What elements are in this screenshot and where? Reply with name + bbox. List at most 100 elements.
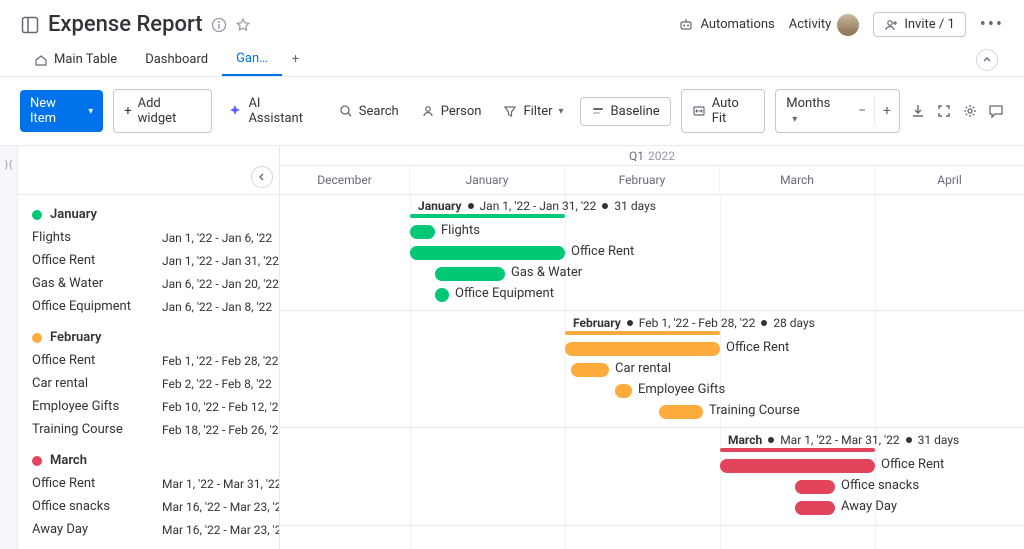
task-row[interactable]: Employee GiftsFeb 10, '22 - Feb 12, '22 <box>18 395 279 418</box>
tab-add-button[interactable]: + <box>282 44 309 75</box>
person-filter-button[interactable]: Person <box>415 100 488 123</box>
tab-label: Main Table <box>54 52 117 67</box>
task-bar-label: Office Rent <box>881 457 944 472</box>
group-color-dot <box>32 210 42 220</box>
zoom-in-button[interactable]: + <box>874 97 899 125</box>
fullscreen-icon[interactable] <box>936 103 952 119</box>
collapse-side-button[interactable] <box>251 166 273 188</box>
task-row[interactable]: Office RentJan 1, '22 - Jan 31, '22 <box>18 249 279 272</box>
month-column[interactable]: December <box>280 166 410 194</box>
group-summary-range: Mar 1, '22 - Mar 31, '22 <box>780 433 899 447</box>
new-item-button[interactable]: New Item ▾ <box>20 90 103 132</box>
group-march: March Office RentMar 1, '22 - Mar 31, '2… <box>18 441 279 541</box>
rail-handle-icon[interactable]: ⟩⟨ <box>4 158 13 171</box>
new-item-label: New Item <box>30 96 84 126</box>
task-bar-label: Office Rent <box>726 340 789 355</box>
task-bar[interactable] <box>720 459 875 473</box>
group-header[interactable]: March <box>18 447 279 472</box>
chat-icon[interactable] <box>988 103 1004 119</box>
zoom-level-select[interactable]: Months ▾ <box>776 90 850 132</box>
automations-button[interactable]: Automations <box>678 17 774 33</box>
group-bar[interactable] <box>410 214 565 218</box>
task-name: Employee Gifts <box>32 399 162 414</box>
group-header[interactable]: January <box>18 201 279 226</box>
task-row[interactable]: Office EquipmentJan 6, '22 - Jan 8, '22 <box>18 295 279 318</box>
group-summary[interactable]: February Feb 1, '22 - Feb 28, '22 28 day… <box>573 316 815 330</box>
invite-label: Invite / 1 <box>904 17 954 32</box>
activity-button[interactable]: Activity <box>789 14 860 36</box>
task-row[interactable]: Car rentalFeb 2, '22 - Feb 8, '22 <box>18 372 279 395</box>
group-header[interactable]: February <box>18 324 279 349</box>
task-row[interactable]: Training CourseFeb 18, '22 - Feb 26, '22 <box>18 418 279 441</box>
zoom-out-button[interactable]: − <box>850 97 874 125</box>
search-button[interactable]: Search <box>333 100 405 123</box>
summary-dot-icon <box>906 437 912 443</box>
task-bar-label: Office Rent <box>571 244 634 259</box>
task-dates: Feb 1, '22 - Feb 28, '22 <box>162 354 279 368</box>
ai-assistant-button[interactable]: AI Assistant <box>222 92 322 130</box>
group-color-dot <box>32 456 42 466</box>
board-icon <box>20 15 40 35</box>
task-name: Office Equipment <box>32 299 162 314</box>
task-dates: Jan 1, '22 - Jan 31, '22 <box>162 254 279 268</box>
more-options-button[interactable]: ••• <box>980 14 1004 35</box>
group-bar[interactable] <box>565 331 720 335</box>
search-label: Search <box>359 104 399 119</box>
task-row[interactable]: Gas & WaterJan 6, '22 - Jan 20, '22 <box>18 272 279 295</box>
task-row[interactable]: Office snacksMar 16, '22 - Mar 23, '22 <box>18 495 279 518</box>
task-dates: Mar 16, '22 - Mar 23, '22 <box>162 500 280 514</box>
task-bar[interactable] <box>410 246 565 260</box>
timeline-body[interactable]: January Jan 1, '22 - Jan 31, '22 31 days… <box>280 195 1024 549</box>
task-bar-label: Employee Gifts <box>638 382 725 397</box>
task-bar[interactable] <box>659 405 703 419</box>
ai-assistant-label: AI Assistant <box>248 96 316 126</box>
task-row[interactable]: Office RentFeb 1, '22 - Feb 28, '22 <box>18 349 279 372</box>
timeline: Q1 2022 December January February March … <box>280 146 1024 549</box>
star-icon[interactable] <box>235 17 251 33</box>
task-bar-label: Office snacks <box>841 478 919 493</box>
month-column[interactable]: February <box>565 166 720 194</box>
task-bar[interactable] <box>410 225 435 239</box>
filter-label: Filter <box>523 104 552 119</box>
group-summary[interactable]: March Mar 1, '22 - Mar 31, '22 31 days <box>728 433 959 447</box>
add-widget-button[interactable]: + Add widget <box>113 89 212 133</box>
chevron-down-icon[interactable]: ▾ <box>559 106 564 117</box>
month-column[interactable]: January <box>410 166 565 194</box>
tab-main-table[interactable]: Main Table <box>20 44 131 75</box>
autofit-button[interactable]: Auto Fit <box>681 89 766 133</box>
invite-button[interactable]: Invite / 1 <box>873 12 965 37</box>
task-row[interactable]: FlightsJan 1, '22 - Jan 6, '22 <box>18 226 279 249</box>
group-summary-days: 28 days <box>773 316 815 330</box>
group-summary[interactable]: January Jan 1, '22 - Jan 31, '22 31 days <box>418 199 656 213</box>
task-bar[interactable] <box>571 363 609 377</box>
page-title[interactable]: Expense Report <box>48 12 203 37</box>
task-row[interactable]: Office RentMar 1, '22 - Mar 31, '22 <box>18 472 279 495</box>
task-name: Training Course <box>32 422 162 437</box>
task-bar[interactable] <box>795 480 835 494</box>
task-bar[interactable] <box>795 501 835 515</box>
tab-dashboard[interactable]: Dashboard <box>131 44 222 75</box>
task-bar-label: Car rental <box>615 361 671 376</box>
baseline-button[interactable]: Baseline <box>580 97 671 126</box>
search-icon <box>339 104 353 118</box>
task-bar[interactable] <box>435 267 505 281</box>
baseline-icon <box>591 104 605 118</box>
task-dates: Feb 2, '22 - Feb 8, '22 <box>162 377 272 391</box>
collapse-header-button[interactable] <box>976 49 998 71</box>
group-bar[interactable] <box>720 448 875 452</box>
filter-button[interactable]: Filter ▾ <box>497 100 569 123</box>
chevron-down-icon[interactable]: ▾ <box>88 106 93 117</box>
month-column[interactable]: April <box>875 166 1024 194</box>
task-bar[interactable] <box>615 384 632 398</box>
person-icon <box>421 104 435 118</box>
task-row[interactable]: Away DayMar 16, '22 - Mar 23, '22 <box>18 518 279 541</box>
settings-icon[interactable] <box>962 103 978 119</box>
download-icon[interactable] <box>910 103 926 119</box>
task-dates: Feb 18, '22 - Feb 26, '22 <box>162 423 280 437</box>
info-icon[interactable] <box>211 17 227 33</box>
month-column[interactable]: March <box>720 166 875 194</box>
task-bar[interactable] <box>435 288 449 302</box>
task-bar[interactable] <box>565 342 720 356</box>
tab-gantt[interactable]: Gan… <box>222 43 282 76</box>
task-name: Office Rent <box>32 476 162 491</box>
